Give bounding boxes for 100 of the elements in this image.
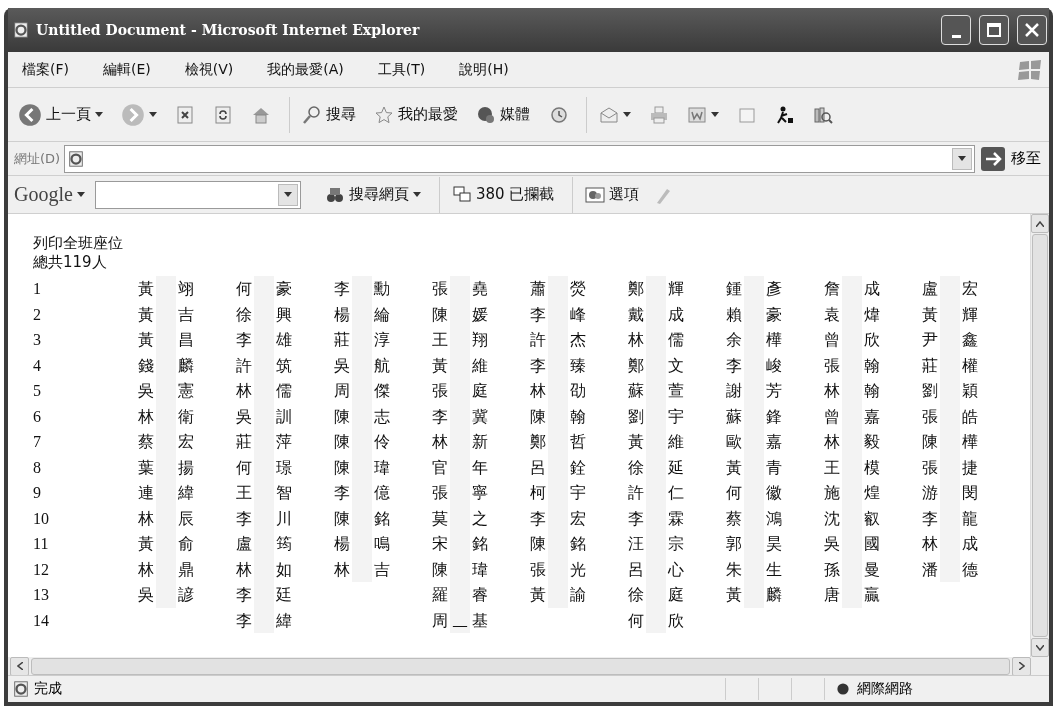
given-name-text: 芳 — [765, 380, 783, 402]
row-number: 4 — [33, 355, 42, 376]
surname-text: 何 — [235, 456, 253, 479]
given-name-text: 璟 — [275, 456, 293, 479]
given-name-text: 翰 — [863, 354, 881, 377]
given-name-text: 鋒 — [765, 405, 783, 428]
surname-text: 林 — [921, 533, 939, 555]
surname-text: 張 — [921, 456, 939, 479]
google-search-field[interactable] — [94, 180, 301, 209]
given-name-text: 儒 — [667, 329, 685, 351]
scroll-thumb[interactable] — [1032, 234, 1048, 637]
given-name-text: 吉 — [177, 303, 195, 326]
given-name-text: 筠 — [275, 533, 293, 555]
surname-text: 黃 — [137, 278, 155, 300]
address-field[interactable] — [64, 144, 975, 173]
google-menu[interactable]: Google — [14, 183, 73, 206]
research-icon — [813, 104, 833, 125]
given-name-text: 冀 — [471, 405, 489, 428]
given-name-text: 新 — [471, 431, 489, 453]
surname-text: 張 — [823, 354, 841, 377]
maximize-button[interactable] — [979, 15, 1009, 45]
surname-text: 張 — [529, 558, 547, 581]
toolbar-button[interactable]: 媒體 — [472, 102, 534, 127]
menu-item[interactable]: 說明(H) — [451, 58, 517, 81]
scroll-down-button[interactable] — [1031, 638, 1049, 657]
menu-item[interactable]: 檢視(V) — [176, 58, 242, 81]
surname-text: 鄭 — [627, 354, 645, 377]
given-name-text: 權 — [961, 354, 979, 377]
given-name-text: 閔 — [961, 482, 979, 504]
toolbar-button[interactable]: 搜尋 — [298, 102, 360, 127]
given-name-text: 淳 — [373, 329, 391, 351]
vertical-scrollbar[interactable] — [1030, 214, 1049, 657]
surname-text: 黃 — [921, 303, 939, 326]
surname-text: 李 — [431, 405, 449, 428]
given-name-text: 峰 — [569, 303, 587, 326]
given-name-text: 模 — [863, 456, 881, 479]
surname-text: 鍾 — [725, 278, 743, 300]
refresh-icon — [213, 104, 233, 125]
surname-text: 李 — [529, 507, 547, 530]
surname-text: 黃 — [725, 456, 743, 479]
row-number: 3 — [33, 330, 42, 350]
menu-item[interactable]: 工具(T) — [369, 58, 434, 81]
given-name-text: 之 — [471, 507, 489, 530]
surname-text: 吳 — [235, 405, 253, 428]
given-name-text: 綸 — [373, 303, 391, 326]
surname-text: 徐 — [235, 303, 253, 326]
given-name-text: 翰 — [863, 380, 881, 402]
surname-text: 曾 — [823, 405, 841, 428]
surname-text: 謝 — [725, 380, 743, 402]
search-web-button[interactable]: 搜尋網頁 — [320, 182, 425, 207]
given-name-text: 銓 — [569, 456, 587, 479]
menu-item[interactable]: 我的最愛(A) — [259, 58, 352, 81]
given-name-text: 欣 — [863, 329, 881, 351]
given-name-text: 德 — [961, 558, 979, 581]
row-number: 7 — [33, 432, 42, 452]
surname-text: 莊 — [333, 329, 351, 351]
given-name-text: 延 — [667, 456, 685, 479]
given-name-text: 興 — [275, 303, 293, 326]
surname-text: 林 — [627, 329, 645, 351]
given-name-text: 億 — [373, 482, 391, 504]
surname-text: 楊 — [333, 533, 351, 555]
given-name-text: 煒 — [863, 303, 881, 326]
scroll-up-button[interactable] — [1031, 214, 1049, 233]
page-heading: 列印全班座位 — [33, 234, 124, 253]
dropdown-button[interactable] — [952, 147, 972, 170]
surname-text: 李 — [235, 507, 253, 530]
surname-text: 王 — [235, 482, 253, 504]
given-name-text: 成 — [863, 278, 881, 300]
options-button[interactable]: 選項 — [581, 182, 644, 207]
row-number: 6 — [33, 406, 42, 427]
surname-text: 李 — [627, 507, 645, 530]
surname-text: 陳 — [333, 507, 351, 530]
dropdown-button[interactable] — [277, 183, 298, 206]
address-label: 網址(D) — [14, 149, 61, 168]
browser-icon — [12, 21, 30, 39]
page-icon — [67, 149, 86, 168]
given-name-text: 宗 — [667, 533, 685, 555]
surname-text: 黃 — [529, 584, 547, 606]
given-name-text: 宇 — [569, 482, 587, 504]
surname-text: 陳 — [431, 303, 449, 326]
surname-text: 黃 — [431, 354, 449, 377]
given-name-text: 伶 — [373, 431, 391, 453]
close-button[interactable] — [1017, 15, 1047, 45]
given-name-text: 龍 — [961, 507, 979, 530]
menu-item[interactable]: 檔案(F) — [14, 58, 77, 81]
surname-text: 李 — [235, 584, 253, 606]
toolbar-button[interactable]: 上一頁 — [14, 100, 107, 129]
popup-blocker-button[interactable]: 380 已攔截 — [447, 182, 559, 207]
printer-icon — [649, 104, 669, 125]
stop-icon — [175, 104, 195, 125]
menu-item[interactable]: 編輯(E) — [95, 58, 159, 81]
minimize-button[interactable] — [941, 15, 971, 45]
surname-text: 潘 — [921, 558, 939, 581]
given-name-text: 庭 — [471, 380, 489, 402]
surname-text: 吳 — [333, 354, 351, 377]
go-button[interactable]: 移至 — [979, 146, 1043, 171]
toolbar-button[interactable]: 我的最愛 — [370, 102, 462, 127]
surname-text: 李 — [235, 609, 253, 632]
given-name-text: 維 — [667, 431, 685, 453]
given-name-text: 堯 — [471, 278, 489, 300]
